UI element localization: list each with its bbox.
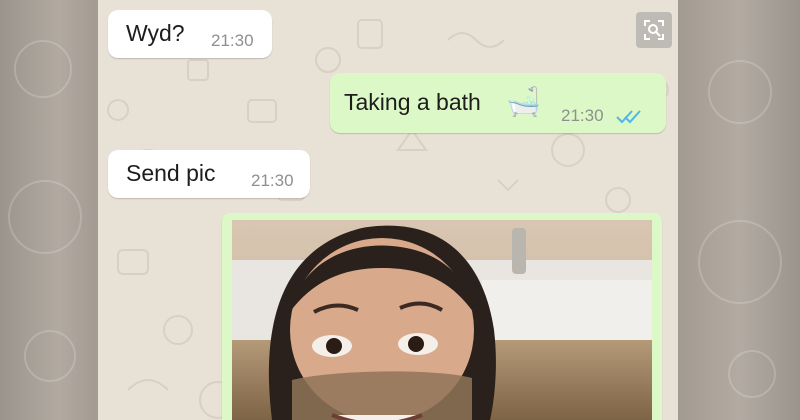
message-text: Wyd? — [126, 20, 185, 46]
expand-button[interactable] — [636, 12, 672, 48]
message-timestamp: 21:30 — [251, 171, 294, 190]
message-timestamp: 21:30 — [561, 106, 604, 125]
read-receipt-icon — [616, 110, 641, 124]
photo-attachment[interactable] — [232, 220, 652, 420]
message-timestamp: 21:30 — [211, 31, 254, 50]
bathtub-emoji: 🛁 — [506, 86, 541, 117]
right-blurred-margin — [678, 0, 800, 420]
message-text: Taking a bath — [344, 89, 481, 115]
message-text: Send pic — [126, 160, 216, 186]
photo-image — [232, 220, 652, 420]
expand-icon — [644, 20, 664, 40]
chat-window[interactable]: Wyd? 21:30 Taking a bath 🛁 21:30 Send pi… — [98, 0, 678, 420]
left-blurred-margin — [0, 0, 98, 420]
